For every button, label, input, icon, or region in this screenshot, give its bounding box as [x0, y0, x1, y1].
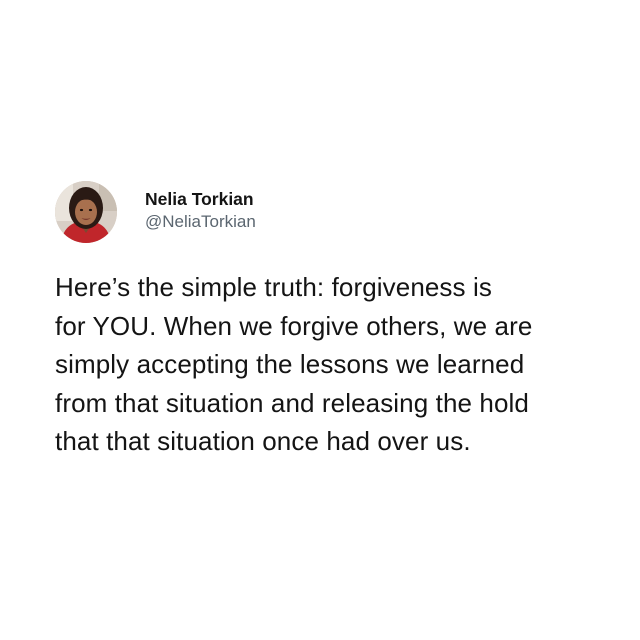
tweet-body: Here’s the simple truth: forgiveness is … — [55, 268, 595, 461]
author-info: Nelia Torkian @NeliaTorkian — [145, 188, 256, 233]
author-display-name[interactable]: Nelia Torkian — [145, 188, 256, 210]
tweet-text-line: Here’s the simple truth: forgiveness is — [55, 272, 492, 302]
tweet-card: Nelia Torkian @NeliaTorkian Here’s the s… — [0, 0, 640, 640]
tweet-text-line: simply accepting the lessons we learned — [55, 349, 525, 379]
tweet-text-line: from that situation and releasing the ho… — [55, 387, 529, 418]
tweet-text-line: for YOU. When we forgive others, we are — [55, 310, 533, 341]
avatar-photo-icon — [55, 181, 117, 243]
tweet-text-line: that that situation once had over us. — [55, 426, 471, 456]
author-handle[interactable]: @NeliaTorkian — [145, 211, 256, 233]
avatar[interactable] — [55, 181, 117, 243]
tweet-header: Nelia Torkian @NeliaTorkian — [55, 181, 256, 243]
